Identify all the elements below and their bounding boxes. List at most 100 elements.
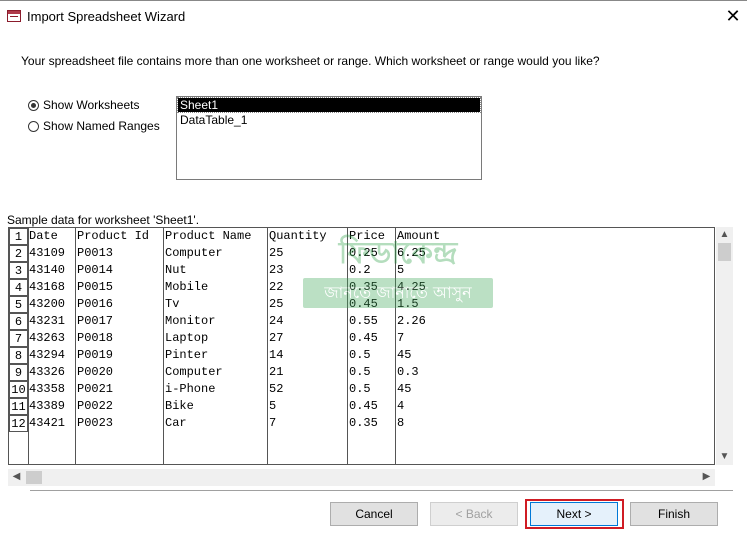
grid-cell: 2.26 xyxy=(397,314,426,328)
grid-cell: 0.5 xyxy=(349,348,371,362)
grid-cell: Bike xyxy=(165,399,194,413)
close-icon[interactable]: ✕ xyxy=(722,5,744,27)
sample-data-grid[interactable]: 1 2 3 4 5 6 7 8 9 10 11 12 Date 43109 43140 43168 43200 4… xyxy=(8,227,715,465)
column-header[interactable]: Date xyxy=(28,228,58,245)
row-number[interactable]: 9 xyxy=(9,364,28,381)
grid-cell: P0014 xyxy=(77,263,114,277)
worksheet-item-datatable-1[interactable]: DataTable_1 xyxy=(178,113,480,127)
grid-cell: 6.25 xyxy=(397,246,426,260)
row-number-column: 1 2 3 4 5 6 7 8 9 10 11 12 xyxy=(9,228,29,464)
column-header[interactable]: Amount xyxy=(396,228,440,245)
grid-cell: 25 xyxy=(269,297,284,311)
grid-cell: 43421 xyxy=(29,416,66,430)
grid-cell: 1.5 xyxy=(397,297,419,311)
row-number[interactable]: 1 xyxy=(9,228,28,245)
grid-cell: 27 xyxy=(269,331,284,345)
grid-cell: P0023 xyxy=(77,416,114,430)
grid-cell: 45 xyxy=(397,348,412,362)
show-worksheets-label: Show Worksheets xyxy=(43,98,140,112)
grid-cell: 43263 xyxy=(29,331,66,345)
row-number[interactable]: 11 xyxy=(9,398,28,415)
scroll-up-icon[interactable]: ▲ xyxy=(716,227,733,244)
grid-cell: P0016 xyxy=(77,297,114,311)
grid-cell: P0015 xyxy=(77,280,114,294)
worksheet-listbox[interactable]: Sheet1 DataTable_1 xyxy=(176,96,482,180)
grid-cell: Nut xyxy=(165,263,187,277)
sample-data-label: Sample data for worksheet 'Sheet1'. xyxy=(7,213,200,227)
scroll-down-icon[interactable]: ▼ xyxy=(716,449,733,466)
finish-button[interactable]: Finish xyxy=(630,502,718,526)
vertical-scroll-thumb[interactable] xyxy=(718,243,731,261)
grid-cell: i-Phone xyxy=(165,382,216,396)
grid-cell: P0021 xyxy=(77,382,114,396)
show-named-ranges-radio[interactable] xyxy=(28,120,39,132)
access-app-icon xyxy=(7,10,21,22)
row-number[interactable]: 7 xyxy=(9,330,28,347)
row-number[interactable]: 3 xyxy=(9,262,28,279)
column-header[interactable]: Product Name xyxy=(164,228,251,245)
show-worksheets-radio[interactable] xyxy=(28,99,39,111)
window-title: Import Spreadsheet Wizard xyxy=(27,9,186,24)
worksheet-item-sheet1[interactable]: Sheet1 xyxy=(177,97,481,113)
grid-cell: 43231 xyxy=(29,314,66,328)
row-number[interactable]: 8 xyxy=(9,347,28,364)
grid-cell: P0013 xyxy=(77,246,114,260)
grid-cell: 24 xyxy=(269,314,284,328)
grid-cell: 4.25 xyxy=(397,280,426,294)
grid-cell: P0017 xyxy=(77,314,114,328)
grid-cell: P0022 xyxy=(77,399,114,413)
grid-column[interactable]: Amount 6.25 5 4.25 1.5 2.26 7 45 0.3 45 4 8 xyxy=(396,228,714,464)
grid-cell: 43294 xyxy=(29,348,66,362)
grid-cell: 43168 xyxy=(29,280,66,294)
back-button[interactable]: < Back xyxy=(430,502,518,526)
grid-cell: 0.35 xyxy=(349,280,378,294)
grid-cell: 43389 xyxy=(29,399,66,413)
grid-cell: 7 xyxy=(397,331,405,345)
show-worksheets-option[interactable]: Show Worksheets xyxy=(28,98,140,112)
grid-cell: Car xyxy=(165,416,187,430)
next-button[interactable]: Next > xyxy=(530,502,618,526)
cancel-button[interactable]: Cancel xyxy=(330,502,418,526)
grid-cell: 4 xyxy=(397,399,405,413)
column-header[interactable]: Quantity xyxy=(268,228,327,245)
grid-cell: 0.45 xyxy=(349,399,378,413)
show-named-ranges-option[interactable]: Show Named Ranges xyxy=(28,119,160,133)
grid-cell: 43200 xyxy=(29,297,66,311)
grid-cell: 0.45 xyxy=(349,331,378,345)
grid-column[interactable]: Date 43109 43140 43168 43200 43231 43263 43294 4… xyxy=(28,228,76,464)
grid-cell: 0.25 xyxy=(349,246,378,260)
grid-cell: 23 xyxy=(269,263,284,277)
row-number[interactable]: 6 xyxy=(9,313,28,330)
scroll-left-icon[interactable]: ◀ xyxy=(8,469,25,486)
column-header[interactable]: Price xyxy=(348,228,385,245)
row-number[interactable]: 12 xyxy=(9,415,28,432)
show-named-ranges-label: Show Named Ranges xyxy=(43,119,160,133)
grid-cell: Pinter xyxy=(165,348,209,362)
grid-cell: Computer xyxy=(165,365,223,379)
grid-cell: 0.3 xyxy=(397,365,419,379)
grid-cell: 25 xyxy=(269,246,284,260)
column-header[interactable]: Product Id xyxy=(76,228,149,245)
grid-column[interactable]: Product Id P0013 P0014 P0015 P0016 P0017 P0018… xyxy=(76,228,164,464)
grid-cell: P0019 xyxy=(77,348,114,362)
grid-column[interactable]: Price 0.25 0.2 0.35 0.45 0.55 0.45 0.5 0.5 0.5 0.4… xyxy=(348,228,396,464)
grid-cell: 8 xyxy=(397,416,405,430)
grid-cell: P0018 xyxy=(77,331,114,345)
row-number[interactable]: 10 xyxy=(9,381,28,398)
grid-cell: 0.2 xyxy=(349,263,371,277)
grid-cell: 0.35 xyxy=(349,416,378,430)
row-number[interactable]: 2 xyxy=(9,245,28,262)
grid-cell: Monitor xyxy=(165,314,216,328)
scroll-right-icon[interactable]: ▶ xyxy=(698,469,715,486)
horizontal-scrollbar[interactable] xyxy=(8,469,715,486)
grid-cell: 22 xyxy=(269,280,284,294)
grid-column[interactable]: Product Name Computer Nut Mobile Tv Monitor La… xyxy=(164,228,268,464)
horizontal-scroll-thumb[interactable] xyxy=(26,471,42,484)
grid-cell: Tv xyxy=(165,297,180,311)
row-number[interactable]: 5 xyxy=(9,296,28,313)
row-number[interactable]: 4 xyxy=(9,279,28,296)
grid-column[interactable]: Quantity 25 23 22 25 24 27 14 21 52 5 7 xyxy=(268,228,348,464)
grid-cell: 5 xyxy=(397,263,405,277)
vertical-scrollbar[interactable] xyxy=(716,227,733,465)
grid-cell: P0020 xyxy=(77,365,114,379)
